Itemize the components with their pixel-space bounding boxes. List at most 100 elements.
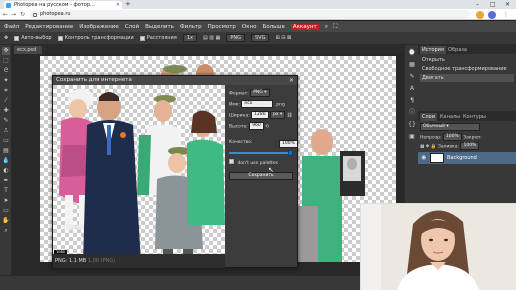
reset-size-icon[interactable]: ⟲ (265, 125, 269, 130)
menu-account[interactable]: Аккаунт (290, 23, 319, 30)
paragraph-panel-icon[interactable]: ¶ (408, 97, 416, 105)
browser-tab[interactable]: Photopea на русском - фотор... ✕ (4, 1, 122, 9)
distribute-icons[interactable]: ⊞ ⊟ ⊠ (275, 35, 291, 41)
marquee-tool-icon[interactable]: ⬚ (2, 57, 10, 65)
menu-bar: Файл Редактирование Изображение Слой Выд… (0, 21, 516, 32)
preview-status-bar: 1080 PNG: 1.1 MB 1.00 (PNG) (53, 250, 225, 268)
eye-icon[interactable]: ◉ (421, 154, 426, 161)
layer-thumbnail (430, 153, 444, 163)
character-panel-icon[interactable]: A (408, 85, 416, 93)
eyedropper-icon[interactable]: ⁄ (2, 97, 10, 105)
menu-edit[interactable]: Редактирование (25, 24, 73, 30)
menu-more[interactable]: Больше (263, 24, 285, 30)
healing-brush-icon[interactable]: ✚ (2, 107, 10, 115)
browser-tab-bar: Photopea на русском - фотор... ✕ + – □ ✕ (0, 0, 516, 9)
auto-select-option[interactable]: Авто-выбор (14, 35, 52, 41)
brush-panel-icon[interactable]: ✎ (408, 73, 416, 81)
palettes-checkbox[interactable] (229, 159, 234, 164)
move-tool-icon[interactable]: ✥ (2, 47, 10, 55)
height-input[interactable]: 960 (249, 122, 264, 130)
crop-tool-icon[interactable]: ⌗ (2, 87, 10, 95)
transform-controls-option[interactable]: Контроль трансформации (57, 35, 134, 41)
tab-layers[interactable]: Слои (420, 113, 437, 121)
eraser-tool-icon[interactable]: ▭ (2, 137, 10, 145)
lock-label: Закреп: (463, 135, 482, 141)
blend-mode-value: Обычный (423, 124, 445, 129)
menu-view[interactable]: Просмотр (208, 24, 236, 30)
type-tool-icon[interactable]: T (2, 187, 10, 195)
maximize-button[interactable]: □ (490, 0, 496, 9)
width-input[interactable]: 1280 (251, 111, 269, 119)
minimize-button[interactable]: – (476, 0, 479, 9)
width-unit-select[interactable]: px ▾ (270, 111, 286, 119)
menu-image[interactable]: Изображение (79, 24, 119, 30)
brush-tool-icon[interactable]: ✎ (2, 117, 10, 125)
back-icon[interactable]: ← (3, 10, 8, 19)
quality-input[interactable]: 100% (279, 140, 298, 148)
close-window-button[interactable]: ✕ (505, 0, 510, 9)
dialog-settings: Формат: PNG ▾ Имя: ecx .png Ширина: 1280… (227, 85, 298, 265)
new-tab-button[interactable]: + (125, 0, 131, 9)
menu-layer[interactable]: Слой (125, 24, 139, 30)
fullscreen-icon[interactable]: ⛶ (333, 23, 337, 31)
shape-tool-icon[interactable]: ▭ (2, 207, 10, 215)
image-panel-icon[interactable]: ▣ (408, 133, 416, 141)
name-input[interactable]: ecx (241, 100, 274, 108)
close-tab-icon[interactable]: ✕ (116, 1, 120, 9)
save-button[interactable]: Сохранить (229, 172, 293, 180)
magic-wand-icon[interactable]: ✦ (2, 77, 10, 85)
history-item[interactable]: Открыть (420, 56, 514, 64)
info-panel-icon[interactable]: ⓘ (408, 109, 416, 117)
align-icons[interactable]: ▤ ▥ ▦ (203, 35, 220, 41)
menu-filter[interactable]: Фильтр (180, 24, 202, 30)
pen-tool-icon[interactable]: ✒ (2, 177, 10, 185)
browser-menu-icon[interactable]: ⋮ (503, 10, 509, 19)
transform-controls-checkbox[interactable] (57, 35, 63, 41)
history-item[interactable]: Двигать (420, 74, 514, 82)
forward-icon[interactable]: → (11, 10, 16, 19)
link-chain-icon[interactable]: ⛓ (287, 114, 293, 119)
tab-swatches[interactable]: Образа (446, 46, 469, 54)
dodge-tool-icon[interactable]: ◐ (2, 167, 10, 175)
format-select[interactable]: PNG ▾ (250, 89, 270, 97)
export-png-button[interactable]: PNG (226, 34, 245, 42)
hand-tool-icon[interactable]: ✋ (2, 217, 10, 225)
status-format: PNG: (55, 258, 68, 264)
tab-paths[interactable]: Контуры (461, 113, 488, 121)
distances-option[interactable]: Расстояния (139, 35, 177, 41)
blend-mode-select[interactable]: Обычный ▾ (420, 123, 480, 131)
css-panel-icon[interactable]: {} (408, 121, 416, 129)
opacity-input[interactable]: 100% (442, 133, 462, 141)
history-item[interactable]: Свободное трансформирование (420, 65, 514, 73)
search-icon[interactable]: ⌕ (325, 23, 328, 31)
swatches-panel-icon[interactable]: ▦ (408, 61, 416, 69)
layer-row[interactable]: ◉ Background (418, 152, 516, 164)
url-field[interactable]: photopea.ru (30, 10, 470, 19)
lasso-tool-icon[interactable]: ᘓ (2, 67, 10, 75)
quality-slider[interactable] (229, 150, 293, 156)
lock-icons[interactable]: ▦ ✥ 🔒 (420, 145, 437, 150)
name-label: Имя: (229, 102, 240, 108)
gradient-tool-icon[interactable]: ▤ (2, 147, 10, 155)
export-svg-button[interactable]: SVG (250, 34, 270, 42)
profile-avatar[interactable] (488, 10, 496, 19)
document-tab[interactable]: ecx.psd ✕ (14, 46, 42, 61)
blur-tool-icon[interactable]: 💧 (2, 157, 10, 165)
path-select-icon[interactable]: ➤ (2, 197, 10, 205)
tab-history[interactable]: История (420, 46, 446, 54)
distances-checkbox[interactable] (139, 35, 145, 41)
zoom-select[interactable]: 1x (182, 34, 197, 42)
dialog-close-button[interactable]: ✕ (289, 76, 294, 85)
reload-icon[interactable]: ↻ (20, 10, 25, 19)
extension-icon[interactable] (476, 10, 484, 19)
menu-window[interactable]: Окно (242, 24, 257, 30)
zoom-tool-icon[interactable]: ⌕ (2, 227, 10, 235)
quality-slider-knob[interactable] (288, 150, 293, 156)
menu-file[interactable]: Файл (4, 24, 19, 30)
history-panel-icon[interactable]: ⌚ (408, 49, 416, 57)
fill-input[interactable]: 100% (460, 142, 480, 150)
auto-select-checkbox[interactable] (14, 35, 20, 41)
menu-select[interactable]: Выделить (145, 24, 174, 30)
tab-channels[interactable]: Каналы (438, 113, 462, 121)
clone-stamp-icon[interactable]: ⎍ (2, 127, 10, 135)
